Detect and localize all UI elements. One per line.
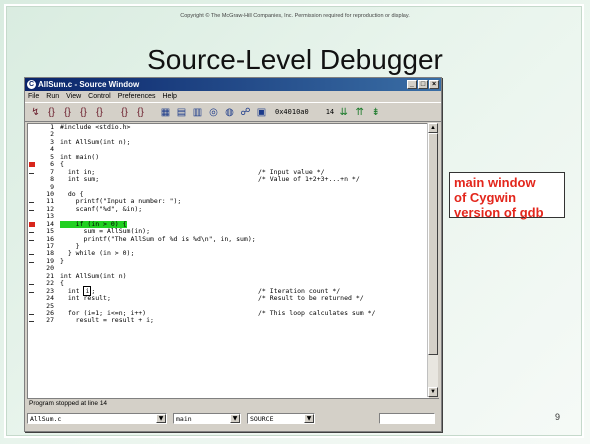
next-icon[interactable]: {} <box>61 107 74 118</box>
annotation-box: main window of Cygwin version of gdb <box>449 172 565 220</box>
step-icon[interactable]: {} <box>45 107 58 118</box>
registers-icon[interactable]: ▦ <box>159 107 172 118</box>
bottom-frame-icon[interactable]: ⇟ <box>369 107 382 118</box>
window-titlebar[interactable]: C AllSum.c - Source Window _ □ × <box>25 78 441 91</box>
chevron-down-icon[interactable]: ▼ <box>230 413 240 423</box>
annotation-line: version of gdb <box>454 205 544 220</box>
breakpoints-icon[interactable]: ☍ <box>239 107 252 118</box>
annotation-line: main window <box>454 175 536 190</box>
code-text: #include <stdio.h> <box>60 123 131 131</box>
up-frame-icon[interactable]: ⇈ <box>353 107 366 118</box>
code-comment: /* This loop calculates sum */ <box>258 308 376 317</box>
function-select[interactable]: main ▼ <box>173 412 241 424</box>
breakpoint-slot-icon[interactable] <box>29 254 34 256</box>
code-text: } while (in > 0); <box>60 249 135 258</box>
code-text: printf("The AllSum of %d is %d\n", in, s… <box>60 234 256 243</box>
code-text: int AllSum(int n); <box>60 137 131 146</box>
code-comment: /* Result to be returned */ <box>258 294 364 303</box>
vertical-scrollbar[interactable]: ▲ ▼ <box>427 123 438 397</box>
breakpoint-slot-icon[interactable] <box>29 209 34 211</box>
breakpoint-slot-icon[interactable] <box>29 261 34 263</box>
code-text: int sum; <box>60 175 100 184</box>
menu-run[interactable]: Run <box>46 93 59 100</box>
function-select-value: main <box>176 414 192 423</box>
breakpoint-icon[interactable] <box>29 162 35 168</box>
code-text: int main() <box>60 152 100 161</box>
menu-preferences[interactable]: Preferences <box>118 93 156 100</box>
code-text: result = result + i; <box>60 316 154 325</box>
breakpoint-slot-icon[interactable] <box>29 172 34 174</box>
window-title: AllSum.c - Source Window <box>38 80 140 89</box>
scroll-thumb[interactable] <box>428 133 438 355</box>
breakpoint-slot-icon[interactable] <box>29 313 34 315</box>
page-number: 9 <box>554 412 560 422</box>
code-line[interactable]: 18 } while (in > 0); <box>28 249 428 258</box>
nexti-icon[interactable]: {} <box>134 107 147 118</box>
breakpoint-slot-icon[interactable] <box>29 291 34 293</box>
source-window: C AllSum.c - Source Window _ □ × File Ru… <box>24 77 442 432</box>
annotation-line: of Cygwin <box>454 190 517 205</box>
code-line[interactable]: 12 scanf("%d", &in); <box>28 204 428 213</box>
search-field[interactable] <box>379 412 435 424</box>
file-select-value: AllSum.c <box>30 414 62 423</box>
code-text: scanf("%d", &in); <box>60 204 143 213</box>
run-icon[interactable]: ↯ <box>29 107 42 118</box>
mode-select[interactable]: SOURCE ▼ <box>247 412 315 424</box>
code-line[interactable]: 9 <box>28 183 428 191</box>
scroll-up-arrow-icon[interactable]: ▲ <box>428 123 438 133</box>
locals-icon[interactable]: ◍ <box>223 107 236 118</box>
code-comment: /* Value of 1+2+3+...+n */ <box>258 175 360 184</box>
continue-icon[interactable]: {} <box>93 107 106 118</box>
code-line[interactable]: 24 int result;/* Result to be returned *… <box>28 294 428 303</box>
menu-bar: File Run View Control Preferences Help <box>25 91 441 102</box>
mode-select-value: SOURCE <box>250 414 274 423</box>
minimize-button[interactable]: _ <box>407 80 417 89</box>
source-editor[interactable]: 1 #include <stdio.h> 2 3 int AllSum(int n); 4… <box>27 123 429 399</box>
code-line[interactable]: 3 int AllSum(int n); <box>28 137 428 146</box>
code-text: } <box>60 256 64 265</box>
code-text: int result; <box>60 294 111 303</box>
breakpoint-slot-icon[interactable] <box>29 284 34 286</box>
code-line[interactable]: 5 int main() <box>28 152 428 161</box>
menu-control[interactable]: Control <box>88 93 111 100</box>
stack-icon[interactable]: ▥ <box>191 107 204 118</box>
toolbar: ↯ {} {} {} {} {} {} ▦ ▤ ▥ ◎ ◍ ☍ ▣ 0x4010… <box>25 102 441 122</box>
down-frame-icon[interactable]: ⇊ <box>337 107 350 118</box>
line-number-display: 14 <box>325 108 335 116</box>
breakpoint-slot-icon[interactable] <box>29 232 34 234</box>
line-number: 27 <box>46 316 54 325</box>
code-line[interactable]: 8 int sum;/* Value of 1+2+3+...+n */ <box>28 175 428 184</box>
chevron-down-icon[interactable]: ▼ <box>156 413 166 423</box>
status-bar: Program stopped at line 14 <box>27 398 439 408</box>
address-display: 0x4010a0 <box>275 108 309 116</box>
code-line[interactable]: 21 int AllSum(int n) <box>28 271 428 280</box>
breakpoint-icon[interactable] <box>29 221 35 227</box>
breakpoint-slot-icon[interactable] <box>29 202 34 204</box>
breakpoint-slot-icon[interactable] <box>29 239 34 241</box>
menu-help[interactable]: Help <box>163 93 177 100</box>
console-icon[interactable]: ▣ <box>255 107 268 118</box>
file-select[interactable]: AllSum.c ▼ <box>27 412 167 424</box>
chevron-down-icon[interactable]: ▼ <box>304 413 314 423</box>
slide-title: Source-Level Debugger <box>147 44 443 75</box>
close-button[interactable]: × <box>429 80 439 89</box>
code-text: int AllSum(int n) <box>60 271 127 280</box>
finish-icon[interactable]: {} <box>77 107 90 118</box>
cygwin-app-icon: C <box>27 80 36 89</box>
menu-file[interactable]: File <box>28 93 39 100</box>
stepi-icon[interactable]: {} <box>118 107 131 118</box>
maximize-button[interactable]: □ <box>418 80 428 89</box>
breakpoint-slot-icon[interactable] <box>29 321 34 323</box>
copyright-notice: Copyright © The McGraw-Hill Companies, I… <box>180 13 410 19</box>
code-line[interactable]: 27 result = result + i; <box>28 316 428 325</box>
watch-icon[interactable]: ◎ <box>207 107 220 118</box>
menu-view[interactable]: View <box>66 93 81 100</box>
bottom-bar: AllSum.c ▼ main ▼ SOURCE ▼ <box>27 411 437 425</box>
code-line[interactable]: 16 printf("The AllSum of %d is %d\n", in… <box>28 234 428 243</box>
code-line[interactable]: 1 #include <stdio.h> <box>28 124 428 131</box>
memory-icon[interactable]: ▤ <box>175 107 188 118</box>
scroll-down-arrow-icon[interactable]: ▼ <box>428 387 438 397</box>
code-line[interactable]: 19} <box>28 256 428 265</box>
